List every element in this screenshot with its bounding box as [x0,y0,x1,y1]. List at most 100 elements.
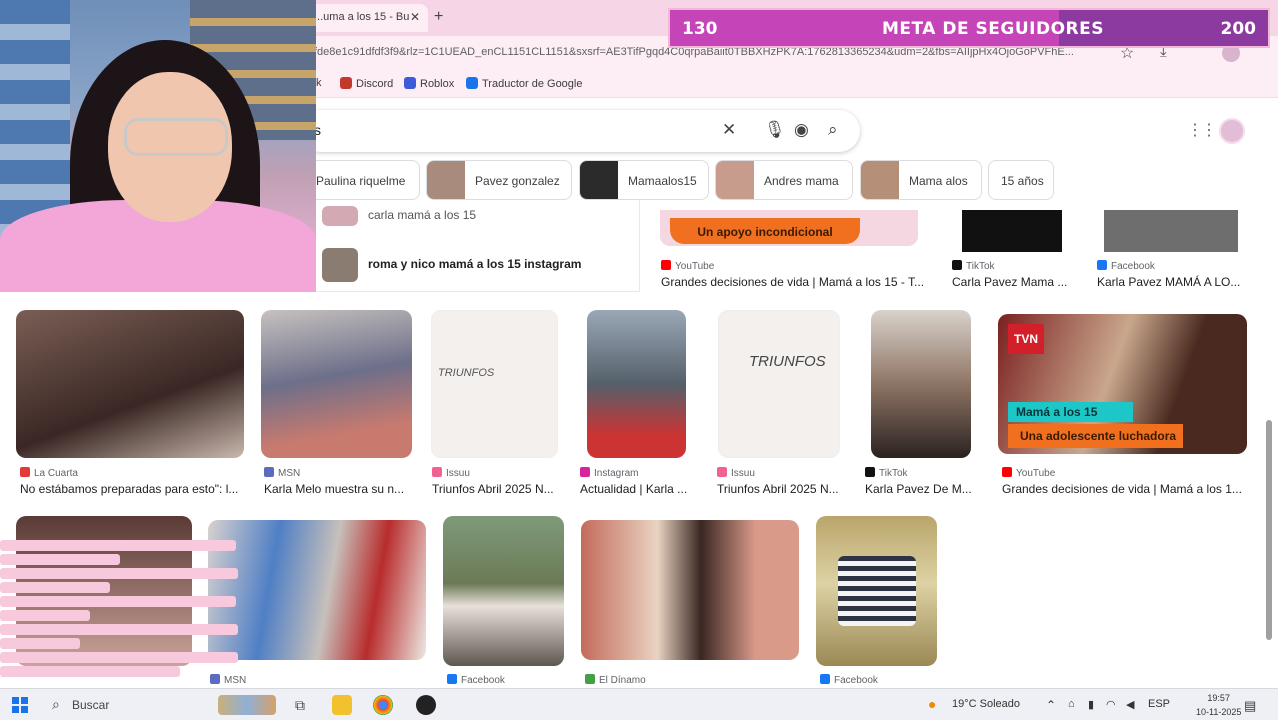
chip-thumbnail [427,161,465,199]
network-icon[interactable]: ⌂ [1068,698,1075,710]
bookmark-item[interactable]: k [316,77,322,89]
chip-thumbnail [716,161,754,199]
result-image[interactable] [443,516,564,666]
roblox-icon [404,77,416,89]
search-icon[interactable]: ⌕ [828,120,838,140]
goal-title: META DE SEGUIDORES [882,19,1104,39]
result-caption[interactable]: Grandes decisiones de vida | Mamá a los … [1002,482,1247,496]
result-source: YouTube [661,260,714,272]
facebook-icon [820,674,830,684]
chip-pavez-gonzalez[interactable]: Pavez gonzalez [426,160,572,200]
bookmark-translate[interactable]: Traductor de Google [466,77,582,90]
chip-mamaalos15[interactable]: Mamaalos15 [579,160,709,200]
result-image[interactable] [1104,210,1238,252]
tab-title: ...uma a los 15 - Bu [314,11,410,23]
result-image[interactable]: TRIUNFOS [718,310,840,458]
wifi-icon[interactable]: ◠ [1106,698,1116,711]
bookmark-roblox[interactable]: Roblox [404,77,454,90]
camera-icon[interactable]: ◉ [794,120,809,140]
clock[interactable]: 19:57 10-11-2025 [1196,691,1241,719]
result-image[interactable]: Un apoyo incondicional [660,210,918,246]
related-chips: Paulina riquelme Pavez gonzalez Mamaalos… [300,160,1278,200]
chat-message [0,582,110,593]
battery-icon[interactable]: ▮ [1088,698,1094,711]
result-caption[interactable]: Carla Pavez Mama ... [952,275,1076,289]
result-image[interactable] [261,310,412,458]
browser-tab[interactable]: ...uma a los 15 - Bu ✕ [300,4,428,32]
suggestion-item[interactable]: carla mamá a los 15 [322,206,476,226]
result-source: Instagram [580,467,638,479]
tiktok-icon [865,467,875,477]
youtube-icon [661,260,671,270]
account-avatar[interactable] [1219,118,1245,144]
weather-text[interactable]: 19°C Soleado [952,698,1020,710]
webcam-overlay [0,0,316,292]
result-image[interactable] [16,310,244,458]
volume-icon[interactable]: ◀ [1126,698,1134,711]
result-banner: Un apoyo incondicional [670,218,860,244]
close-tab-icon[interactable]: ✕ [410,10,420,24]
task-view-icon[interactable]: ⧉ [290,695,310,715]
glasses [124,118,228,156]
taskbar-search[interactable]: ⌕ Buscar [44,693,244,717]
chip-paulina-riquelme[interactable]: Paulina riquelme [300,160,420,200]
issuu-icon [717,467,727,477]
chip-andres-mama[interactable]: Andres mama [715,160,853,200]
result-caption[interactable]: No estábamos preparadas para esto": l... [20,482,242,496]
eldinamo-icon [585,674,595,684]
result-caption[interactable]: Triunfos Abril 2025 N... [717,482,847,496]
result-image[interactable] [208,520,426,660]
tiktok-icon [952,260,962,270]
result-image[interactable]: TRIUNFOS [431,310,558,458]
notifications-icon[interactable]: ▤ [1244,698,1256,714]
result-banner-bottom: Una adolescente luchadora [1008,424,1183,448]
result-image[interactable] [587,310,686,458]
result-image[interactable] [871,310,971,458]
chat-message [0,568,238,579]
result-image[interactable]: TVN Mamá a los 15 Una adolescente luchad… [998,314,1247,454]
follower-goal-bar: 130 META DE SEGUIDORES 200 [668,8,1270,48]
result-source: Facebook [820,674,878,686]
chat-message [0,652,238,663]
search-box[interactable]: s ✕ 🎙 ◉ ⌕ [300,110,860,152]
result-image[interactable] [816,516,937,666]
search-highlight-icon[interactable] [218,695,276,715]
result-image[interactable] [581,520,799,660]
stream-chat-overlay [0,538,240,688]
instagram-icon [580,467,590,477]
result-caption[interactable]: Triunfos Abril 2025 N... [432,482,562,496]
windows-start-icon[interactable] [12,697,28,713]
app-icon[interactable] [416,695,436,715]
microphone-icon[interactable]: 🎙 [764,120,786,140]
goal-current: 130 [682,19,718,39]
result-caption[interactable]: Grandes decisiones de vida | Mamá a los … [661,275,931,289]
suggestion-thumbnail [322,206,358,226]
result-caption[interactable]: Actualidad | Karla ... [580,482,692,496]
result-source: MSN [264,467,300,479]
chevron-up-icon[interactable]: ⌃ [1046,698,1056,712]
bookmark-discord[interactable]: Discord [340,77,393,90]
chat-message [0,610,90,621]
suggestion-item[interactable]: roma y nico mamá a los 15 instagram [322,248,581,282]
windows-taskbar: ⌕ Buscar ⧉ ● 19°C Soleado ⌃ ⌂ ▮ ◠ ◀ ESP … [0,688,1278,720]
file-explorer-icon[interactable] [332,695,352,715]
result-caption[interactable]: Karla Melo muestra su n... [264,482,414,496]
page-scrollbar[interactable] [1266,210,1274,680]
chip-15-anos[interactable]: 15 años [988,160,1054,200]
result-caption[interactable]: Karla Pavez De M... [865,482,977,496]
result-source: Facebook [447,674,505,686]
tvn-logo: TVN [1008,324,1044,354]
goal-target: 200 [1220,19,1257,39]
close-icon[interactable]: ✕ [722,120,736,140]
chrome-icon[interactable] [373,695,393,715]
result-source: YouTube [1002,467,1055,479]
magazine-title: TRIUNFOS [749,353,826,370]
facebook-icon [1097,260,1107,270]
result-caption[interactable]: Karla Pavez MAMÁ A LO... [1097,275,1247,289]
result-source: TikTok [952,260,995,272]
new-tab-icon[interactable]: + [434,8,443,26]
language-indicator[interactable]: ESP [1148,698,1170,710]
chip-mama-alos[interactable]: Mama alos [860,160,982,200]
result-image[interactable] [962,210,1062,252]
scrollbar-thumb[interactable] [1266,420,1272,640]
